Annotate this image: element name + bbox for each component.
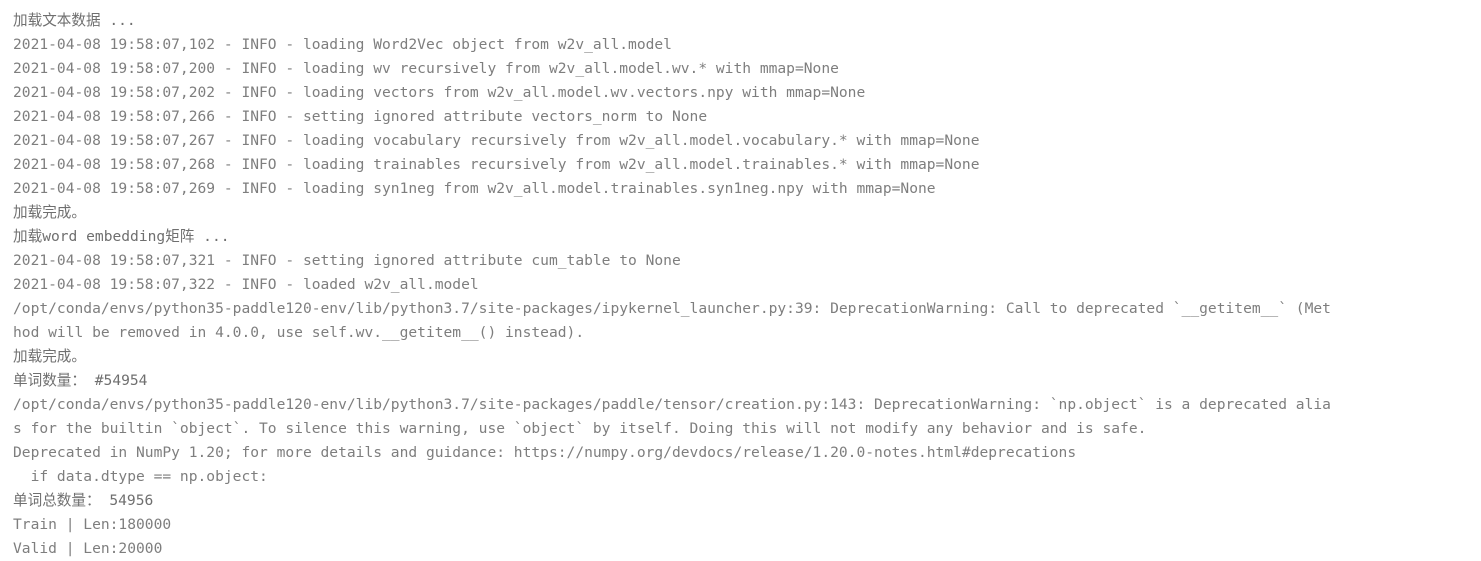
output-line: 单词数量： #54954: [13, 372, 148, 389]
output-line: 2021-04-08 19:58:07,322 - INFO - loaded …: [13, 276, 479, 293]
output-line: 2021-04-08 19:58:07,321 - INFO - setting…: [13, 252, 681, 269]
output-line: 2021-04-08 19:58:07,268 - INFO - loading…: [13, 156, 980, 173]
output-line: 2021-04-08 19:58:07,267 - INFO - loading…: [13, 132, 980, 149]
output-line: 加载完成。: [13, 204, 86, 221]
output-line: if data.dtype == np.object:: [13, 468, 268, 485]
output-line: Train | Len:180000: [13, 516, 172, 533]
output-line: 加载文本数据 ...: [13, 12, 136, 29]
output-line: 加载word embedding矩阵 ...: [13, 228, 230, 245]
cell-output-stream: 加载文本数据 ... 2021-04-08 19:58:07,102 - INFO…: [0, 0, 1481, 557]
output-line: /opt/conda/envs/python35-paddle120-env/l…: [13, 300, 1331, 317]
output-line: Valid | Len:20000: [13, 540, 163, 557]
output-line: s for the builtin `object`. To silence t…: [13, 420, 1147, 437]
output-line: 2021-04-08 19:58:07,266 - INFO - setting…: [13, 108, 708, 125]
output-line: hod will be removed in 4.0.0, use self.w…: [13, 324, 585, 341]
output-line: 加载完成。: [13, 348, 86, 365]
output-line: 2021-04-08 19:58:07,202 - INFO - loading…: [13, 84, 866, 101]
output-line: 2021-04-08 19:58:07,102 - INFO - loading…: [13, 36, 672, 53]
output-line: Deprecated in NumPy 1.20; for more detai…: [13, 444, 1077, 461]
output-line: 2021-04-08 19:58:07,269 - INFO - loading…: [13, 180, 936, 197]
output-line: /opt/conda/envs/python35-paddle120-env/l…: [13, 396, 1331, 413]
output-line: 单词总数量： 54956: [13, 492, 154, 509]
output-line: 2021-04-08 19:58:07,200 - INFO - loading…: [13, 60, 839, 77]
